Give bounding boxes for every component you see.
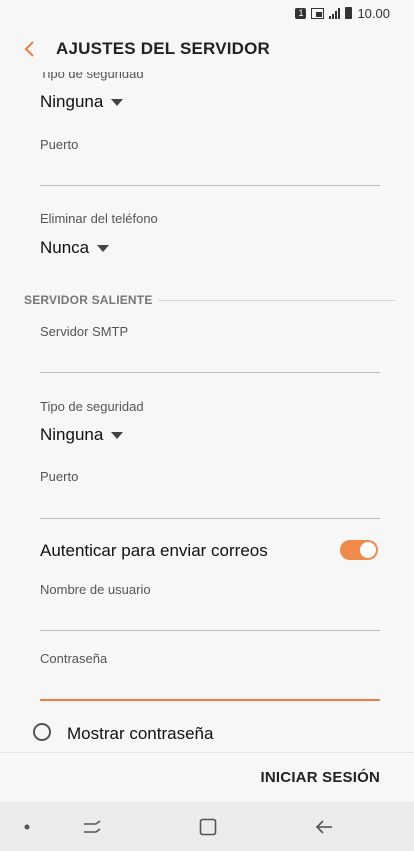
status-bar: 1 10.00 — [0, 0, 414, 26]
dot-indicator-icon — [14, 814, 40, 840]
signal-box-icon — [311, 7, 325, 19]
password-label: Contraseña — [40, 651, 108, 666]
delete-from-phone-value: Nunca — [40, 238, 90, 257]
system-navigation-bar — [0, 802, 414, 851]
smtp-server-input[interactable] — [40, 349, 380, 369]
incoming-security-type-dropdown[interactable]: Ninguna — [40, 92, 124, 112]
incoming-port-underline — [40, 185, 380, 186]
incoming-port-label: Puerto — [40, 137, 79, 152]
show-password-radio[interactable] — [33, 723, 51, 741]
sim-icon: 1 — [295, 7, 307, 19]
outgoing-port-input[interactable] — [40, 494, 380, 514]
dropdown-caret-icon — [111, 98, 124, 106]
sign-in-button[interactable]: INICIAR SESIÓN — [261, 769, 380, 786]
outgoing-port-label: Puerto — [40, 469, 79, 484]
outgoing-security-type-value: Ninguna — [40, 425, 104, 444]
dropdown-caret-icon — [111, 431, 124, 439]
delete-from-phone-label: Eliminar del teléfono — [40, 211, 158, 226]
incoming-security-type-value: Ninguna — [40, 92, 104, 111]
username-input[interactable] — [40, 607, 380, 627]
toggle-knob — [360, 542, 376, 558]
page-title: AJUSTES DEL SERVIDOR — [56, 39, 271, 58]
password-input[interactable] — [40, 675, 380, 695]
outgoing-security-type-dropdown[interactable]: Ninguna — [40, 425, 124, 445]
settings-form[interactable]: Tipo de seguridad Ninguna Puerto Elimina… — [0, 72, 414, 752]
back-arrow-icon[interactable] — [311, 814, 337, 840]
show-password-label: Mostrar contraseña — [67, 724, 214, 743]
smtp-server-underline — [40, 372, 380, 373]
outgoing-section-title: SERVIDOR SALIENTE — [24, 293, 153, 307]
section-divider — [158, 300, 396, 301]
auth-send-toggle[interactable] — [340, 540, 378, 560]
bottom-action-bar: INICIAR SESIÓN — [0, 752, 414, 803]
username-underline — [40, 630, 380, 631]
smtp-server-label: Servidor SMTP — [40, 324, 129, 339]
recent-apps-icon[interactable] — [79, 814, 105, 840]
back-chevron-icon[interactable] — [18, 38, 40, 60]
home-icon[interactable] — [195, 814, 221, 840]
delete-from-phone-dropdown[interactable]: Nunca — [40, 238, 110, 258]
app-bar: AJUSTES DEL SERVIDOR — [0, 26, 414, 72]
username-label: Nombre de usuario — [40, 582, 151, 597]
incoming-security-type-label: Tipo de seguridad — [40, 72, 144, 81]
outgoing-security-type-label: Tipo de seguridad — [40, 399, 144, 414]
battery-icon — [345, 7, 353, 19]
outgoing-port-underline — [40, 518, 380, 519]
incoming-port-input[interactable] — [40, 162, 380, 182]
auth-send-label: Autenticar para enviar correos — [40, 541, 268, 560]
password-underline-focused — [40, 699, 380, 701]
status-time: 10.00 — [357, 5, 390, 21]
dropdown-caret-icon — [97, 244, 110, 252]
signal-icon — [329, 7, 341, 19]
